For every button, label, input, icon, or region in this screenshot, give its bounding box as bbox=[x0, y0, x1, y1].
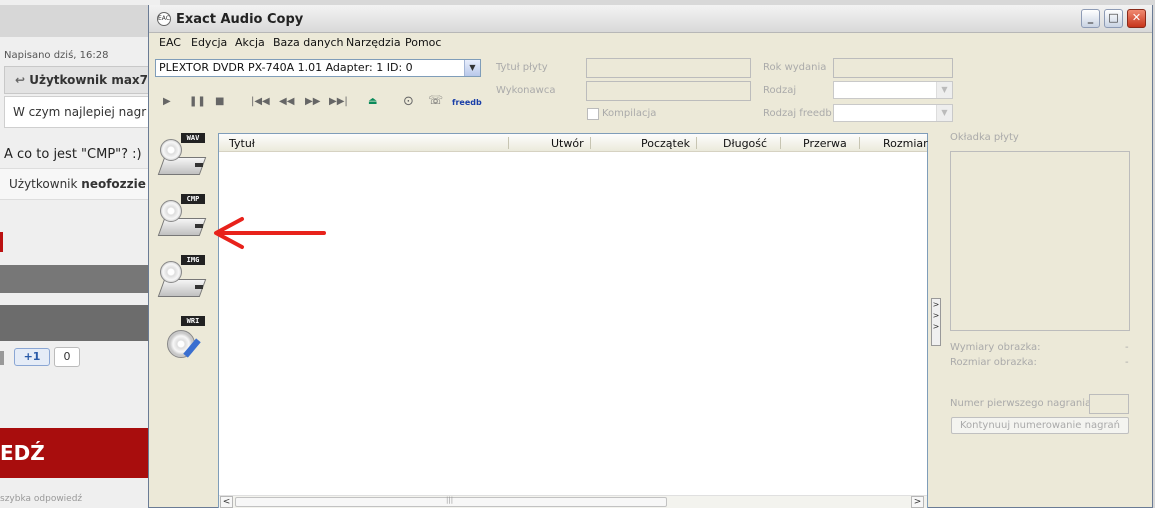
cd-disc-icon bbox=[160, 200, 182, 222]
close-button[interactable]: ✕ bbox=[1127, 9, 1146, 28]
gray-bar bbox=[0, 265, 160, 293]
first-track-number-field[interactable] bbox=[1089, 394, 1129, 414]
cmp-tag: CMP bbox=[181, 194, 205, 204]
column-gap[interactable]: Przerwa bbox=[803, 137, 847, 150]
chevron-down-icon[interactable]: ▼ bbox=[464, 60, 480, 76]
eac-window: EAC Exact Audio Copy _ □ ✕ EAC Edycja Ak… bbox=[148, 5, 1153, 508]
track-list[interactable]: Tytuł Utwór Początek Długość Przerwa Roz… bbox=[218, 133, 928, 508]
scroll-left-icon[interactable]: < bbox=[220, 496, 233, 508]
maximize-button[interactable]: □ bbox=[1104, 9, 1123, 28]
artist-label: Wykonawca bbox=[496, 85, 556, 96]
album-title-field[interactable] bbox=[586, 58, 751, 78]
plusone-count: 0 bbox=[54, 347, 80, 367]
scroll-thumb[interactable]: ||| bbox=[235, 496, 667, 507]
copy-cmp-button[interactable]: CMP bbox=[157, 194, 209, 246]
cover-label: Okładka płyty bbox=[950, 132, 1019, 143]
minimize-button[interactable]: _ bbox=[1081, 9, 1100, 28]
transport-controls: ▶ ❚❚ ■ |◀◀ ◀◀ ▶▶ ▶▶| ⏏ ⊙ ☏ freedb bbox=[163, 93, 483, 112]
image-dims-value: - bbox=[1125, 342, 1129, 353]
eac-app-icon[interactable]: EAC bbox=[157, 12, 171, 26]
compilation-checkbox[interactable] bbox=[587, 108, 599, 120]
forward-icon[interactable]: ▶▶ bbox=[305, 96, 320, 107]
column-start[interactable]: Początek bbox=[641, 137, 690, 150]
drive-select[interactable]: PLEXTOR DVDR PX-740A 1.01 Adapter: 1 ID:… bbox=[155, 59, 481, 77]
print-icon[interactable] bbox=[0, 351, 4, 365]
menu-pomoc[interactable]: Pomoc bbox=[405, 36, 441, 49]
cd-disc-icon bbox=[160, 261, 182, 283]
freedb-genre-select[interactable]: ▼ bbox=[833, 104, 953, 122]
continue-numbering-button[interactable]: Kontynuuj numerowanie nagrań bbox=[951, 417, 1129, 434]
write-cd-button[interactable]: WRI bbox=[157, 316, 209, 368]
year-label: Rok wydania bbox=[763, 62, 827, 73]
cover-panel-toggle[interactable]: > > > bbox=[931, 298, 941, 346]
first-track-icon[interactable]: |◀◀ bbox=[251, 96, 270, 107]
image-dims-label: Wymiary obrazka: bbox=[950, 342, 1041, 353]
freedb-genre-label: Rodzaj freedb bbox=[763, 108, 832, 119]
quote-arrow-icon: ↩ bbox=[15, 73, 30, 87]
image-size-label: Rozmiar obrazka: bbox=[950, 357, 1037, 368]
scroll-right-icon[interactable]: > bbox=[911, 496, 924, 508]
last-track-icon[interactable]: ▶▶| bbox=[329, 96, 348, 107]
compilation-label: Kompilacja bbox=[602, 108, 657, 119]
menu-bar: EAC Edycja Akcja Baza danych Narzędzia P… bbox=[149, 34, 1152, 52]
artist-field[interactable] bbox=[586, 81, 751, 101]
title-bar[interactable]: EAC Exact Audio Copy _ □ ✕ bbox=[149, 5, 1152, 33]
chevron-down-icon[interactable]: ▼ bbox=[936, 105, 952, 121]
plusone-button[interactable]: +1 bbox=[14, 348, 50, 366]
menu-edycja[interactable]: Edycja bbox=[191, 36, 227, 49]
red-marker bbox=[0, 232, 3, 252]
play-icon[interactable]: ▶ bbox=[163, 96, 171, 107]
quick-reply-text[interactable]: szybka odpowiedź bbox=[0, 494, 82, 504]
red-arrow-annotation bbox=[214, 217, 326, 249]
album-title-label: Tytuł płyty bbox=[496, 62, 548, 73]
freedb-lookup-icon[interactable]: ☏ bbox=[428, 93, 443, 107]
stop-icon[interactable]: ■ bbox=[215, 96, 224, 107]
menu-narzedzia[interactable]: Narzędzia bbox=[346, 36, 401, 49]
wav-tag: WAV bbox=[181, 133, 205, 143]
image-size-value: - bbox=[1125, 357, 1129, 368]
post-question: A co to jest "CMP"? :) bbox=[4, 147, 142, 162]
window-title: Exact Audio Copy bbox=[176, 12, 304, 27]
cover-image-area[interactable] bbox=[950, 151, 1130, 331]
menu-baza-danych[interactable]: Baza danych bbox=[273, 36, 344, 49]
forum-top-bar bbox=[0, 5, 160, 37]
copy-image-button[interactable]: IMG bbox=[157, 255, 209, 307]
column-size[interactable]: Rozmiar bbox=[883, 137, 928, 150]
genre-select[interactable]: ▼ bbox=[833, 81, 953, 99]
chevron-down-icon[interactable]: ▼ bbox=[936, 82, 952, 98]
gray-bar bbox=[0, 305, 160, 341]
cd-disc-icon bbox=[160, 139, 182, 161]
column-title[interactable]: Tytuł bbox=[229, 137, 255, 150]
column-length[interactable]: Długość bbox=[723, 137, 767, 150]
wri-tag: WRI bbox=[181, 316, 205, 326]
column-track[interactable]: Utwór bbox=[551, 137, 584, 150]
freedb-label[interactable]: freedb bbox=[452, 98, 482, 107]
menu-akcja[interactable]: Akcja bbox=[235, 36, 265, 49]
background-forum-page: Napisano dziś, 16:28 ↩ Użytkownik max7 W… bbox=[0, 0, 160, 508]
year-field[interactable] bbox=[833, 58, 953, 78]
quote-text: W czym najlepiej nagr bbox=[4, 96, 160, 128]
img-tag: IMG bbox=[181, 255, 205, 265]
rewind-icon[interactable]: ◀◀ bbox=[279, 96, 294, 107]
track-list-header: Tytuł Utwór Początek Długość Przerwa Roz… bbox=[219, 134, 928, 152]
eject-icon[interactable]: ⏏ bbox=[368, 96, 377, 107]
reply-author-line: Użytkownik neofozzie bbox=[0, 168, 160, 200]
first-track-number-label: Numer pierwszego nagrania: bbox=[950, 398, 1095, 409]
cd-icon[interactable]: ⊙ bbox=[403, 94, 414, 109]
quote-author-heading: ↩ Użytkownik max7 bbox=[4, 66, 160, 94]
genre-label: Rodzaj bbox=[763, 85, 797, 96]
menu-eac[interactable]: EAC bbox=[159, 36, 181, 49]
copy-wav-button[interactable]: WAV bbox=[157, 133, 209, 185]
pause-icon[interactable]: ❚❚ bbox=[189, 96, 206, 107]
post-meta: Napisano dziś, 16:28 bbox=[4, 50, 109, 61]
horizontal-scrollbar[interactable]: < ||| > bbox=[219, 495, 927, 508]
scroll-grip: ||| bbox=[446, 496, 454, 504]
reply-banner[interactable]: EDŹ bbox=[0, 428, 160, 478]
